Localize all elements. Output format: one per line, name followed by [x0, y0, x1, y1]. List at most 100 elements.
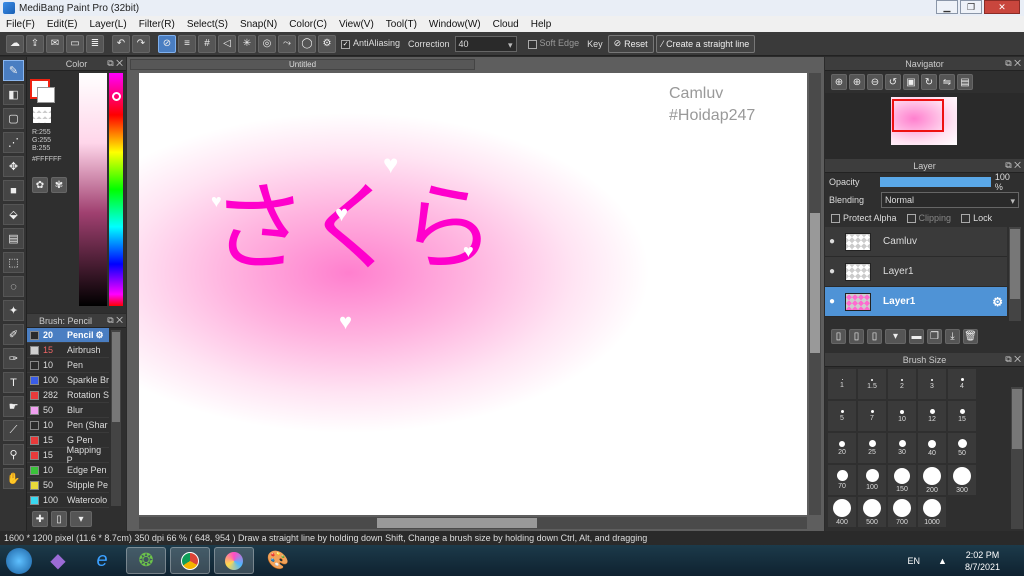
menu-layer[interactable]: Layer(L)	[83, 19, 132, 30]
comment-icon[interactable]: ▭	[66, 34, 84, 53]
brush-size-cell[interactable]: 200	[918, 465, 946, 495]
brush-size-cell[interactable]: 1000	[918, 497, 946, 527]
layer-list-scrollbar[interactable]	[1009, 227, 1021, 321]
panel-controls[interactable]: ⧉ ✕	[1005, 160, 1021, 171]
fill-rect-tool-icon[interactable]: ■	[3, 180, 24, 201]
blending-select[interactable]: Normal	[881, 192, 1019, 208]
correction-select[interactable]: 40	[454, 35, 517, 52]
brush-item-rotation[interactable]: 282 Rotation S	[27, 388, 109, 403]
select-pen-tool-icon[interactable]: ✐	[3, 324, 24, 345]
duplicate-layer-icon[interactable]: ❐	[927, 328, 942, 344]
brush-size-cell[interactable]: 150	[888, 465, 916, 495]
brush-size-cell[interactable]: 15	[948, 401, 976, 431]
lasso-tool-icon[interactable]: ◌	[3, 276, 24, 297]
navigator-viewport-box[interactable]	[892, 99, 944, 132]
zoom-out-icon[interactable]: ⊖	[867, 74, 883, 90]
brush-size-cell[interactable]: 2	[888, 369, 916, 399]
layer-row-layer1-selected[interactable]: ● Layer1 ⚙	[825, 287, 1007, 317]
dot-tool-icon[interactable]: ⋰	[3, 132, 24, 153]
brush-item-stipple[interactable]: 50 Stipple Pe	[27, 478, 109, 493]
brush-size-cell[interactable]: 25	[858, 433, 886, 463]
brush-item-sparkle[interactable]: 100 Sparkle Br	[27, 373, 109, 388]
menu-help[interactable]: Help	[525, 19, 558, 30]
merge-layer-icon[interactable]: ⤓	[945, 328, 960, 344]
menu-select[interactable]: Select(S)	[181, 19, 234, 30]
hue-slider[interactable]	[109, 73, 123, 306]
flip-icon[interactable]: ⇋	[939, 74, 955, 90]
visual-studio-icon[interactable]: ◆	[38, 547, 78, 574]
brush-item-blur[interactable]: 50 Blur	[27, 403, 109, 418]
antialiasing-checkbox[interactable]: ✓ AntiAliasing	[338, 38, 403, 49]
curve-snap-icon[interactable]: ⤳	[278, 34, 296, 53]
brush-menu-icon[interactable]: ▾	[70, 511, 92, 527]
delete-layer-icon[interactable]: 🗑	[963, 328, 978, 344]
zoom-fit-icon[interactable]: ⊕	[849, 74, 865, 90]
brush-size-cell[interactable]: 12	[918, 401, 946, 431]
new-color-layer-icon[interactable]: ▯	[867, 328, 882, 344]
panel-controls[interactable]: ⧉ ✕	[107, 58, 123, 69]
tray-arrow-icon[interactable]: ▲	[938, 556, 947, 566]
color-picker-handle[interactable]	[112, 92, 121, 101]
brush-size-cell[interactable]: 40	[918, 433, 946, 463]
brush-size-cell[interactable]: 7	[858, 401, 886, 431]
redo-icon[interactable]: ↷	[132, 34, 150, 53]
add-brush-icon[interactable]: ✚	[32, 511, 48, 527]
eraser-tool-icon[interactable]: ◧	[3, 84, 24, 105]
opacity-slider[interactable]	[880, 177, 991, 187]
bucket-tool-icon[interactable]: ⬙	[3, 204, 24, 225]
rectangle-tool-icon[interactable]: ▢	[3, 108, 24, 129]
panel-controls[interactable]: ⧉ ✕	[1005, 354, 1021, 365]
palette-add-icon[interactable]: ✾	[51, 177, 67, 193]
brush-size-cell[interactable]: 10	[888, 401, 916, 431]
transparent-swatch[interactable]	[33, 107, 51, 123]
chat-icon[interactable]: ✉	[46, 34, 64, 53]
brush-item-pen-sharp[interactable]: 10 Pen (Shar	[27, 418, 109, 433]
undo-icon[interactable]: ↶	[112, 34, 130, 53]
divide-tool-icon[interactable]: ⟋	[3, 420, 24, 441]
brush-size-cell[interactable]: 500	[858, 497, 886, 527]
magic-wand-tool-icon[interactable]: ✦	[3, 300, 24, 321]
ellipse-snap-icon[interactable]: ◯	[298, 34, 316, 53]
menu-file[interactable]: File(F)	[0, 19, 41, 30]
brush-list-scrollbar[interactable]	[111, 330, 121, 506]
select-tool-icon[interactable]: ⬚	[3, 252, 24, 273]
gradient-tool-icon[interactable]: ▤	[3, 228, 24, 249]
palette-icon[interactable]: ✿	[32, 177, 48, 193]
lock-checkbox[interactable]: Lock	[961, 213, 992, 224]
move-tool-icon[interactable]: ✥	[3, 156, 24, 177]
secondary-color-swatch[interactable]	[37, 87, 55, 103]
menu-cloud[interactable]: Cloud	[487, 19, 525, 30]
menu-edit[interactable]: Edit(E)	[41, 19, 84, 30]
settings-icon[interactable]: ⚙	[318, 34, 336, 53]
gear-icon[interactable]: ⚙	[96, 330, 104, 341]
maximize-button[interactable]: ❐	[960, 0, 982, 14]
chrome-icon[interactable]	[170, 547, 210, 574]
straight-line-button[interactable]: ⁄ Create a straight line	[655, 34, 756, 53]
panel-controls[interactable]: ⧉ ✕	[107, 315, 123, 326]
rotate-right-icon[interactable]: ↻	[921, 74, 937, 90]
brush-size-cell[interactable]: 3	[918, 369, 946, 399]
document-tab[interactable]: Untitled	[130, 59, 475, 70]
menu-tool[interactable]: Tool(T)	[380, 19, 423, 30]
folder-icon[interactable]: ▬	[909, 328, 924, 344]
brush-size-cell[interactable]: 70	[828, 465, 856, 495]
brush-item-airbrush[interactable]: 15 Airbrush	[27, 343, 109, 358]
panel-controls[interactable]: ⧉ ✕	[1005, 58, 1021, 69]
brush-size-scrollbar[interactable]	[1011, 387, 1023, 529]
fit-screen-icon[interactable]: ▣	[903, 74, 919, 90]
visibility-icon[interactable]: ●	[829, 266, 835, 277]
layer-row-layer1[interactable]: ● Layer1	[825, 257, 1007, 287]
menu-color[interactable]: Color(C)	[283, 19, 333, 30]
brush-item-edge-pen[interactable]: 10 Edge Pen	[27, 463, 109, 478]
medibang-icon[interactable]	[214, 547, 254, 574]
brush-item-mapping[interactable]: 15 Mapping P	[27, 445, 109, 465]
menu-snap[interactable]: Snap(N)	[234, 19, 283, 30]
brush-size-cell[interactable]: 50	[948, 433, 976, 463]
menu-filter[interactable]: Filter(R)	[133, 19, 181, 30]
visibility-icon[interactable]: ●	[829, 296, 835, 307]
brush-size-cell[interactable]: 100	[858, 465, 886, 495]
perspective-snap-icon[interactable]: ◁	[218, 34, 236, 53]
brush-size-cell[interactable]: 20	[828, 433, 856, 463]
layer-menu-icon[interactable]: ▾	[885, 328, 906, 344]
start-button[interactable]	[0, 545, 38, 576]
